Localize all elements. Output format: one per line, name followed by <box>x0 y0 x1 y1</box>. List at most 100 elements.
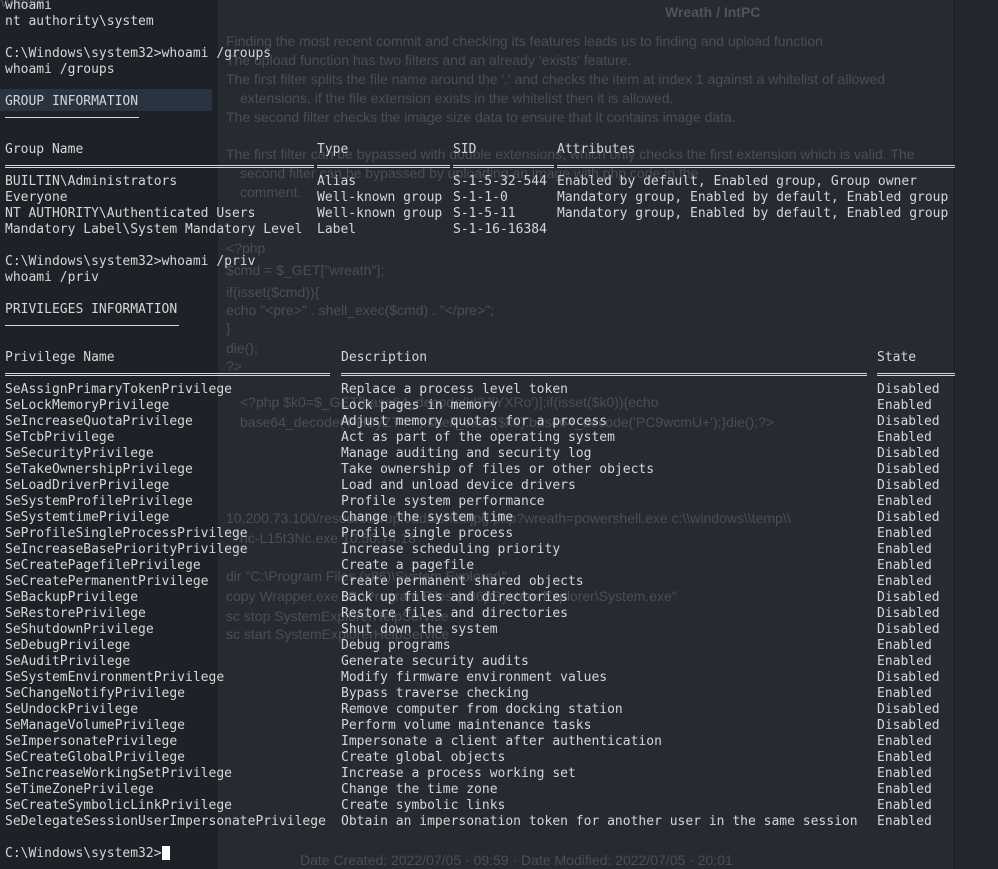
terminal-line: whoami <box>5 0 52 13</box>
priv-cell: Bypass traverse checking <box>341 686 529 701</box>
priv-cell: Disabled <box>877 446 940 461</box>
priv-cell: Replace a process level token <box>341 382 568 397</box>
group-cell: Mandatory group, Enabled by default, Ena… <box>557 206 949 221</box>
terminal-line: whoami /groups <box>5 62 115 77</box>
priv-cell: Remove computer from docking station <box>341 702 623 717</box>
priv-cell: Restore files and directories <box>341 606 568 621</box>
group-cell: Mandatory Label\System Mandatory Level <box>5 222 303 237</box>
group-cell: Well-known group <box>317 190 443 205</box>
priv-cell: Enabled <box>877 542 932 557</box>
priv-cell: Create permanent shared objects <box>341 574 584 589</box>
priv-cell: Disabled <box>877 670 940 685</box>
group-header: Attributes <box>557 142 636 157</box>
priv-cell: Perform volume maintenance tasks <box>341 718 592 733</box>
priv-cell: Disabled <box>877 462 940 477</box>
group-title-underline <box>5 117 139 118</box>
priv-cell: Enabled <box>877 734 932 749</box>
priv-cell: Enabled <box>877 638 932 653</box>
priv-cell: Enabled <box>877 686 932 701</box>
priv-cell: Enabled <box>877 430 932 445</box>
priv-cell: Impersonate a client after authenticatio… <box>341 734 662 749</box>
priv-cell: SeBackupPrivilege <box>5 590 139 605</box>
priv-cell: Disabled <box>877 702 940 717</box>
priv-header: State <box>877 350 917 365</box>
priv-cell: SeAssignPrimaryTokenPrivilege <box>5 382 232 397</box>
priv-cell: SeManageVolumePrivilege <box>5 718 186 733</box>
priv-cell: SeCreatePagefilePrivilege <box>5 558 201 573</box>
group-header-rule <box>453 165 554 168</box>
priv-cell: SeCreatePermanentPrivilege <box>5 574 209 589</box>
group-cell: Enabled by default, Enabled group, Group… <box>557 174 918 189</box>
priv-cell: SeIncreaseWorkingSetPrivilege <box>5 766 232 781</box>
priv-cell: Change the time zone <box>341 782 498 797</box>
priv-cell: Enabled <box>877 782 932 797</box>
priv-cell: Manage auditing and security log <box>341 446 592 461</box>
priv-cell: Load and unload device drivers <box>341 478 576 493</box>
priv-cell: Act as part of the operating system <box>341 430 615 445</box>
group-header-rule <box>317 165 450 168</box>
priv-cell: Disabled <box>877 590 940 605</box>
priv-cell: SeChangeNotifyPrivilege <box>5 686 186 701</box>
group-cell: NT AUTHORITY\Authenticated Users <box>5 206 256 221</box>
priv-header-rule <box>5 373 330 376</box>
terminal-prompt: C:\Windows\system32> <box>5 846 162 861</box>
group-cell: Label <box>317 222 357 237</box>
priv-cell: SeTimeZonePrivilege <box>5 782 154 797</box>
cursor-block <box>161 846 170 860</box>
priv-cell: Profile single process <box>341 526 514 541</box>
priv-cell: Disabled <box>877 622 940 637</box>
group-header: SID <box>453 142 477 157</box>
priv-cell: SeTcbPrivilege <box>5 430 115 445</box>
terminal-line: whoami /priv <box>5 270 99 285</box>
priv-cell: SeSystemEnvironmentPrivilege <box>5 670 225 685</box>
priv-cell: SeLoadDriverPrivilege <box>5 478 170 493</box>
group-header: Type <box>317 142 349 157</box>
priv-cell: SeShutdownPrivilege <box>5 622 154 637</box>
group-cell: Everyone <box>5 190 68 205</box>
priv-cell: Debug programs <box>341 638 451 653</box>
priv-cell: Lock pages in memory <box>341 398 498 413</box>
priv-cell: Back up files and directories <box>341 590 568 605</box>
priv-header-rule <box>877 373 955 376</box>
priv-cell: Enabled <box>877 494 932 509</box>
priv-cell: Disabled <box>877 510 940 525</box>
priv-cell: Take ownership of files or other objects <box>341 462 655 477</box>
priv-cell: Increase scheduling priority <box>341 542 561 557</box>
priv-cell: Disabled <box>877 606 940 621</box>
priv-cell: Enabled <box>877 574 932 589</box>
priv-cell: Enabled <box>877 814 932 829</box>
priv-header: Privilege Name <box>5 350 115 365</box>
priv-cell: Profile system performance <box>341 494 545 509</box>
priv-cell: Generate security audits <box>341 654 529 669</box>
priv-section-title: PRIVILEGES INFORMATION <box>5 302 178 317</box>
priv-title-underline <box>5 325 179 326</box>
group-cell: S-1-5-11 <box>453 206 516 221</box>
priv-cell: SeDelegateSessionUserImpersonatePrivileg… <box>5 814 326 829</box>
priv-cell: Disabled <box>877 382 940 397</box>
priv-cell: SeAuditPrivilege <box>5 654 131 669</box>
priv-cell: SeSecurityPrivilege <box>5 446 154 461</box>
priv-cell: Create a pagefile <box>341 558 475 573</box>
priv-cell: SeProfileSingleProcessPrivilege <box>5 526 248 541</box>
priv-cell: SeDebugPrivilege <box>5 638 131 653</box>
priv-cell: Modify firmware environment values <box>341 670 608 685</box>
terminal-window[interactable]: whoami nt authority\system C:\Windows\syst… <box>0 0 998 869</box>
group-cell: S-1-16-16384 <box>453 222 547 237</box>
priv-cell: Disabled <box>877 414 940 429</box>
priv-cell: Shut down the system <box>341 622 498 637</box>
terminal-line: C:\Windows\system32>whoami /priv <box>5 254 256 269</box>
terminal-line: C:\Windows\system32>whoami /groups <box>5 46 272 61</box>
priv-cell: SeSystemProfilePrivilege <box>5 494 193 509</box>
priv-cell: Create global objects <box>341 750 506 765</box>
priv-cell: SeImpersonatePrivilege <box>5 734 178 749</box>
terminal-line: nt authority\system <box>5 14 154 29</box>
priv-header: Description <box>341 350 428 365</box>
priv-cell: Disabled <box>877 718 940 733</box>
text-cursor[interactable] <box>161 846 170 862</box>
group-cell: Well-known group <box>317 206 443 221</box>
group-header-rule <box>557 165 955 168</box>
priv-header-rule <box>341 373 867 376</box>
priv-cell: Enabled <box>877 798 932 813</box>
priv-cell: Change the system time <box>341 510 514 525</box>
group-cell: Mandatory group, Enabled by default, Ena… <box>557 190 949 205</box>
